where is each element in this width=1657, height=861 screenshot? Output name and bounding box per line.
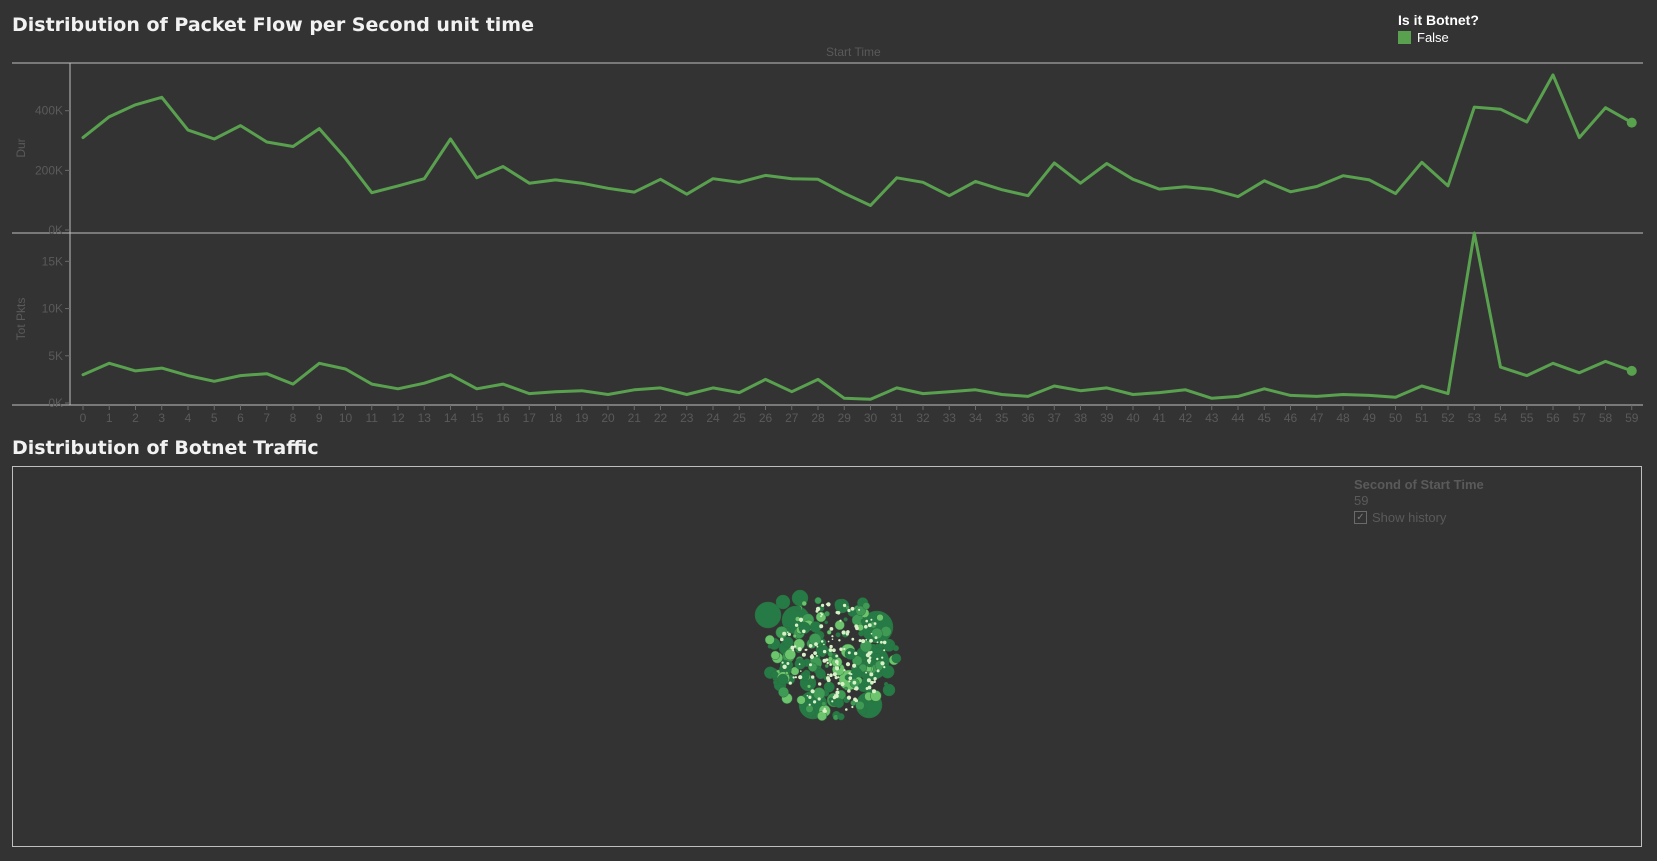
x-tick-label: 22 [654, 411, 668, 425]
x-tick-label: 5 [211, 411, 218, 425]
x-tick-label: 46 [1284, 411, 1298, 425]
y-tick-label: 5K [48, 349, 63, 363]
x-tick-label: 13 [418, 411, 432, 425]
page-control-title: Second of Start Time [1354, 477, 1484, 492]
x-tick-label: 52 [1441, 411, 1455, 425]
x-tick-label: 59 [1625, 411, 1639, 425]
x-tick-label: 51 [1415, 411, 1429, 425]
x-tick-label: 33 [943, 411, 957, 425]
y-tick-label: 400K [35, 104, 63, 118]
x-tick-label: 9 [316, 411, 323, 425]
series-line[interactable] [81, 231, 1634, 401]
bubble-chart-title: Distribution of Botnet Traffic [12, 437, 319, 459]
line-panel-0: Dur 0K 200K 400K [14, 73, 1637, 237]
x-tick-label: 8 [290, 411, 297, 425]
x-tick-label: 7 [263, 411, 270, 425]
y-tick-label: 10K [42, 302, 63, 316]
x-tick-label: 40 [1126, 411, 1140, 425]
x-tick-label: 39 [1100, 411, 1114, 425]
x-tick-label: 54 [1494, 411, 1508, 425]
x-tick-label: 45 [1258, 411, 1272, 425]
x-tick-label: 27 [785, 411, 799, 425]
x-tick-label: 12 [391, 411, 405, 425]
x-tick-label: 34 [969, 411, 983, 425]
x-tick-label: 30 [864, 411, 878, 425]
x-tick-label: 48 [1336, 411, 1350, 425]
x-tick-label: 28 [811, 411, 825, 425]
x-tick-label: 24 [706, 411, 720, 425]
show-history-toggle[interactable]: ✓ Show history [1354, 510, 1484, 525]
x-tick-label: 44 [1231, 411, 1245, 425]
x-tick-label: 47 [1310, 411, 1324, 425]
x-tick-label: 42 [1179, 411, 1193, 425]
x-tick-label: 26 [759, 411, 773, 425]
x-tick-label: 3 [158, 411, 165, 425]
page-control[interactable]: Second of Start Time 59 ✓ Show history [1354, 477, 1484, 525]
x-tick-label: 23 [680, 411, 694, 425]
x-tick-label: 38 [1074, 411, 1088, 425]
x-tick-label: 37 [1048, 411, 1062, 425]
x-tick-label: 6 [237, 411, 244, 425]
x-tick-label: 1 [106, 411, 113, 425]
x-tick-label: 56 [1546, 411, 1560, 425]
show-history-label: Show history [1372, 510, 1447, 525]
x-tick-label: 35 [995, 411, 1009, 425]
y-tick-label: 0K [48, 223, 63, 237]
x-tick-label: 50 [1389, 411, 1403, 425]
show-history-checkbox[interactable]: ✓ [1354, 511, 1367, 524]
line-panel-1: Tot Pkts 0K 5K 10K 15K [14, 231, 1637, 410]
x-tick-label: 19 [575, 411, 589, 425]
y-axis-title: Tot Pkts [14, 298, 28, 341]
x-tick-label: 14 [444, 411, 458, 425]
x-tick-label: 4 [185, 411, 192, 425]
x-tick-label: 21 [628, 411, 642, 425]
x-tick-label: 55 [1520, 411, 1534, 425]
x-tick-label: 58 [1599, 411, 1613, 425]
x-tick-label: 20 [601, 411, 615, 425]
x-tick-label: 29 [838, 411, 852, 425]
x-tick-label: 10 [339, 411, 353, 425]
page-control-value: 59 [1354, 493, 1369, 508]
series-end-marker[interactable] [1626, 365, 1637, 376]
x-tick-label: 32 [916, 411, 930, 425]
line-charts[interactable]: Dur0K200K400KTot Pkts0K5K10K15K 01234567… [0, 0, 1657, 440]
x-tick-label: 53 [1468, 411, 1482, 425]
x-tick-label: 16 [496, 411, 510, 425]
x-tick-label: 17 [523, 411, 537, 425]
series-line[interactable] [81, 73, 1634, 207]
x-tick-label: 31 [890, 411, 904, 425]
x-tick-label: 11 [366, 411, 379, 425]
y-tick-label: 200K [35, 163, 63, 177]
x-tick-label: 36 [1021, 411, 1035, 425]
x-tick-label: 0 [80, 411, 87, 425]
x-tick-label: 2 [132, 411, 139, 425]
x-tick-label: 18 [549, 411, 563, 425]
y-tick-label: 0K [48, 396, 63, 410]
x-tick-label: 49 [1363, 411, 1377, 425]
y-axis-title: Dur [14, 138, 28, 157]
x-tick-label: 41 [1153, 411, 1167, 425]
x-tick-label: 15 [470, 411, 484, 425]
series-end-marker[interactable] [1626, 117, 1637, 128]
x-tick-label: 57 [1573, 411, 1587, 425]
x-tick-label: 25 [733, 411, 747, 425]
y-tick-label: 15K [42, 254, 63, 268]
x-tick-label: 43 [1205, 411, 1219, 425]
